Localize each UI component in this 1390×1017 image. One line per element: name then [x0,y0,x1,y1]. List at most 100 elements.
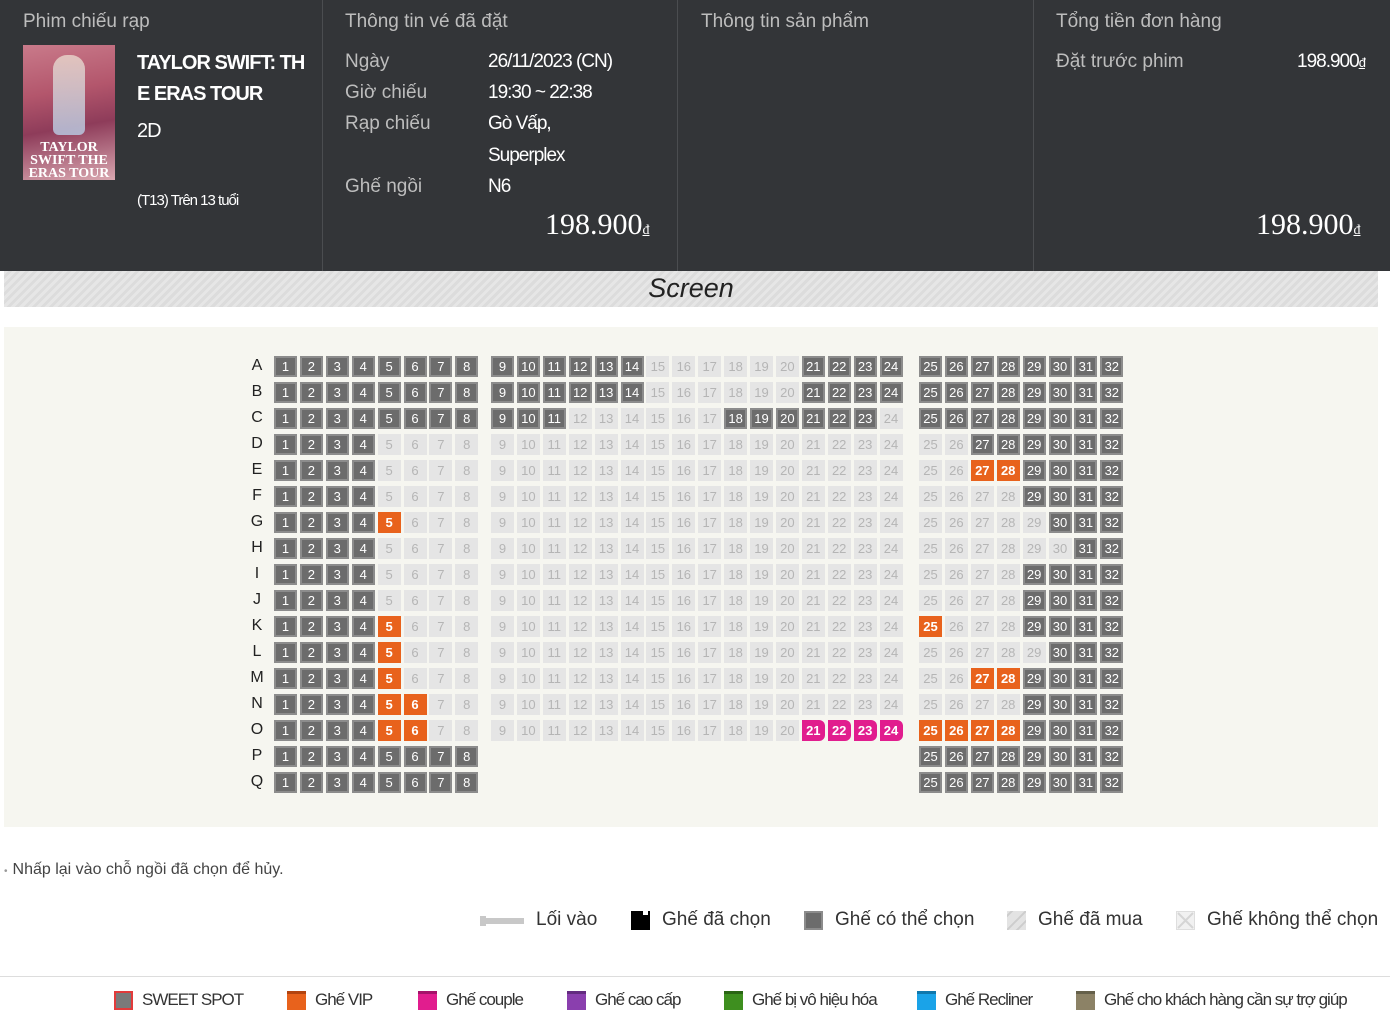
seat-c18[interactable]: 18 [724,408,748,429]
seat-a4[interactable]: 4 [351,356,375,377]
seat-c3[interactable]: 3 [325,408,349,429]
seat-c28[interactable]: 28 [996,408,1020,429]
seat-f1[interactable]: 1 [274,486,297,507]
seat-n6[interactable]: 6 [403,694,427,715]
seat-c6[interactable]: 6 [403,408,427,429]
seat-q25[interactable]: 25 [919,772,942,793]
seat-h31[interactable]: 31 [1074,538,1098,559]
seat-j31[interactable]: 31 [1074,590,1098,611]
seat-a7[interactable]: 7 [429,356,453,377]
seat-p29[interactable]: 29 [1022,746,1046,767]
seat-o22[interactable]: 22 [827,720,851,741]
seat-i2[interactable]: 2 [299,564,323,585]
seat-h1[interactable]: 1 [274,538,297,559]
seat-c25[interactable]: 25 [919,408,942,429]
seat-k29[interactable]: 29 [1022,616,1046,637]
seat-l32[interactable]: 32 [1100,642,1124,663]
seat-b11[interactable]: 11 [542,382,566,403]
seat-g32[interactable]: 32 [1100,512,1124,533]
seat-o23[interactable]: 23 [853,720,877,741]
seat-j3[interactable]: 3 [325,590,349,611]
seat-e27[interactable]: 27 [970,460,994,481]
seat-b23[interactable]: 23 [853,382,877,403]
seat-a23[interactable]: 23 [853,356,877,377]
seat-q30[interactable]: 30 [1048,772,1072,793]
seat-b24[interactable]: 24 [879,382,903,403]
seat-b26[interactable]: 26 [944,382,968,403]
seat-h3[interactable]: 3 [325,538,349,559]
seat-p28[interactable]: 28 [996,746,1020,767]
seat-d1[interactable]: 1 [274,434,297,455]
seat-p7[interactable]: 7 [429,746,453,767]
seat-g31[interactable]: 31 [1074,512,1098,533]
seat-q4[interactable]: 4 [351,772,375,793]
seat-n29[interactable]: 29 [1022,694,1046,715]
seat-a26[interactable]: 26 [944,356,968,377]
seat-m5[interactable]: 5 [377,668,401,689]
seat-e31[interactable]: 31 [1074,460,1098,481]
seat-a22[interactable]: 22 [827,356,851,377]
seat-f32[interactable]: 32 [1100,486,1124,507]
seat-b8[interactable]: 8 [455,382,479,403]
seat-n32[interactable]: 32 [1100,694,1124,715]
seat-k1[interactable]: 1 [274,616,297,637]
seat-b9[interactable]: 9 [491,382,514,403]
seat-d30[interactable]: 30 [1048,434,1072,455]
seat-q8[interactable]: 8 [455,772,479,793]
seat-k32[interactable]: 32 [1100,616,1124,637]
seat-f29[interactable]: 29 [1022,486,1046,507]
seat-o6[interactable]: 6 [403,720,427,741]
seat-c20[interactable]: 20 [775,408,799,429]
seat-e4[interactable]: 4 [351,460,375,481]
seat-d3[interactable]: 3 [325,434,349,455]
seat-b21[interactable]: 21 [801,382,825,403]
seat-m3[interactable]: 3 [325,668,349,689]
seat-o30[interactable]: 30 [1048,720,1072,741]
seat-o27[interactable]: 27 [970,720,994,741]
seat-b10[interactable]: 10 [516,382,540,403]
seat-a10[interactable]: 10 [516,356,540,377]
seat-e1[interactable]: 1 [274,460,297,481]
seat-n2[interactable]: 2 [299,694,323,715]
seat-p25[interactable]: 25 [919,746,942,767]
seat-p32[interactable]: 32 [1100,746,1124,767]
seat-c2[interactable]: 2 [299,408,323,429]
seat-b6[interactable]: 6 [403,382,427,403]
seat-b7[interactable]: 7 [429,382,453,403]
seat-g5[interactable]: 5 [377,512,401,533]
seat-o24[interactable]: 24 [879,720,903,741]
seat-b1[interactable]: 1 [274,382,297,403]
seat-o3[interactable]: 3 [325,720,349,741]
seat-q27[interactable]: 27 [970,772,994,793]
seat-k25[interactable]: 25 [919,616,942,637]
seat-k2[interactable]: 2 [299,616,323,637]
seat-d4[interactable]: 4 [351,434,375,455]
seat-a12[interactable]: 12 [568,356,592,377]
seat-j32[interactable]: 32 [1100,590,1124,611]
seat-o21[interactable]: 21 [801,720,825,741]
seat-n30[interactable]: 30 [1048,694,1072,715]
seat-c26[interactable]: 26 [944,408,968,429]
seat-f4[interactable]: 4 [351,486,375,507]
seat-k31[interactable]: 31 [1074,616,1098,637]
seat-l31[interactable]: 31 [1074,642,1098,663]
seat-q5[interactable]: 5 [377,772,401,793]
seat-m4[interactable]: 4 [351,668,375,689]
seat-e32[interactable]: 32 [1100,460,1124,481]
seat-n5[interactable]: 5 [377,694,401,715]
seat-c30[interactable]: 30 [1048,408,1072,429]
seat-a1[interactable]: 1 [274,356,297,377]
seat-i30[interactable]: 30 [1048,564,1072,585]
seat-a9[interactable]: 9 [491,356,514,377]
seat-q28[interactable]: 28 [996,772,1020,793]
seat-e3[interactable]: 3 [325,460,349,481]
seat-m28[interactable]: 28 [996,668,1020,689]
seat-i4[interactable]: 4 [351,564,375,585]
seat-k3[interactable]: 3 [325,616,349,637]
seat-e29[interactable]: 29 [1022,460,1046,481]
seat-l30[interactable]: 30 [1048,642,1072,663]
seat-p3[interactable]: 3 [325,746,349,767]
seat-a28[interactable]: 28 [996,356,1020,377]
seat-c21[interactable]: 21 [801,408,825,429]
seat-f31[interactable]: 31 [1074,486,1098,507]
